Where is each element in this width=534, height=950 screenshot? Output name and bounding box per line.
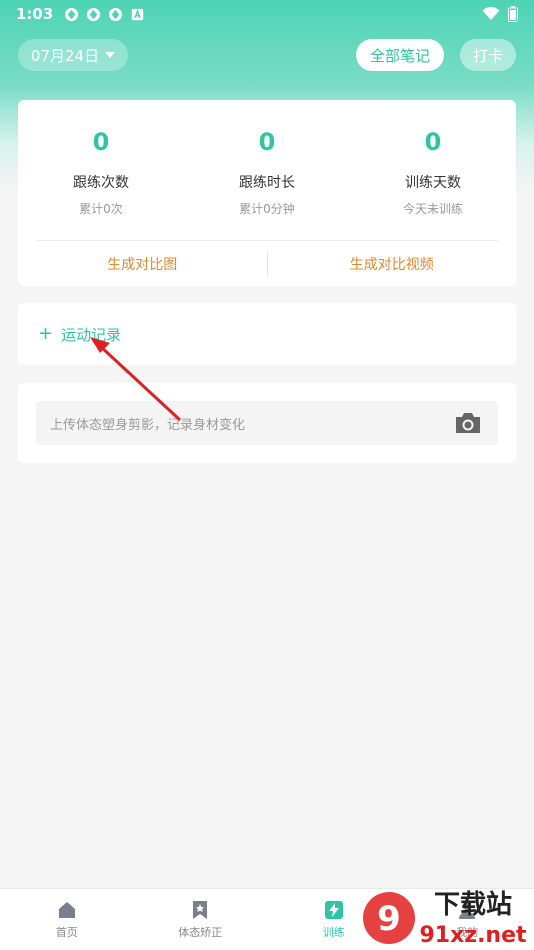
stat-sub: 累计0分钟: [239, 202, 295, 216]
app-notification-icon: [63, 6, 79, 22]
watermark-logo: 9 下载站 91xz.net: [363, 890, 527, 948]
tab-label: 体态矫正: [178, 925, 223, 939]
stat-sub: 累计0次: [79, 202, 123, 216]
lightning-icon: [324, 900, 343, 919]
watermark-url: 91xz.net: [419, 923, 527, 948]
checkin-button[interactable]: 打卡: [460, 39, 516, 71]
stat-value: 0: [424, 128, 442, 156]
camera-icon[interactable]: [454, 411, 482, 435]
stat-value: 0: [92, 128, 110, 156]
compare-actions: 生成对比图 生成对比视频: [18, 241, 516, 286]
tab-posture[interactable]: 体态矫正: [134, 889, 268, 950]
upload-silhouette-field[interactable]: 上传体态塑身剪影，记录身材变化: [36, 401, 498, 445]
status-bar: 1:03: [0, 0, 534, 28]
watermark-cn: 下载站: [434, 890, 512, 920]
a-badge-icon: [129, 6, 145, 22]
caret-down-icon: [105, 52, 116, 58]
stat-sessions: 0 跟练次数 累计0次: [18, 128, 184, 240]
stat-sub: 今天未训练: [402, 202, 463, 216]
stat-label: 训练天数: [405, 175, 461, 191]
stats-row: 0 跟练次数 累计0次 0 跟练时长 累计0分钟 0 训练天数 今天未训练: [18, 100, 516, 240]
tab-home[interactable]: 首页: [0, 889, 134, 950]
status-time: 1:03: [16, 5, 54, 23]
header-toolbar: 07月24日 全部笔记 打卡: [18, 39, 516, 71]
plus-icon: +: [38, 323, 54, 344]
notification-icons: [63, 6, 145, 22]
battery-icon: [508, 6, 518, 22]
wifi-icon: [482, 7, 500, 20]
upload-card: 上传体态塑身剪影，记录身材变化: [18, 383, 516, 463]
stat-label: 跟练次数: [73, 175, 129, 191]
system-indicators: [482, 6, 518, 22]
app-notification-icon: [85, 6, 101, 22]
tab-label: 首页: [55, 925, 78, 939]
tab-label: 训练: [322, 925, 345, 939]
stat-value: 0: [258, 128, 276, 156]
app-notification-icon: [107, 6, 123, 22]
stat-duration: 0 跟练时长 累计0分钟: [184, 128, 350, 240]
exercise-record-label: 运动记录: [61, 325, 122, 344]
stats-card: 0 跟练次数 累计0次 0 跟练时长 累计0分钟 0 训练天数 今天未训练 生成…: [18, 100, 516, 286]
generate-compare-video-button[interactable]: 生成对比视频: [268, 254, 517, 274]
all-notes-button[interactable]: 全部笔记: [356, 39, 444, 71]
home-icon: [58, 901, 75, 918]
watermark-logo-number: 9: [377, 899, 401, 939]
date-selector[interactable]: 07月24日: [18, 39, 128, 71]
stat-label: 跟练时长: [239, 175, 295, 191]
stat-days: 0 训练天数 今天未训练: [350, 128, 516, 240]
upload-placeholder: 上传体态塑身剪影，记录身材变化: [50, 417, 246, 433]
bookmark-star-icon: [193, 900, 208, 919]
date-label: 07月24日: [30, 46, 100, 65]
generate-compare-image-button[interactable]: 生成对比图: [18, 254, 267, 274]
exercise-record-button[interactable]: + 运动记录: [18, 303, 516, 365]
